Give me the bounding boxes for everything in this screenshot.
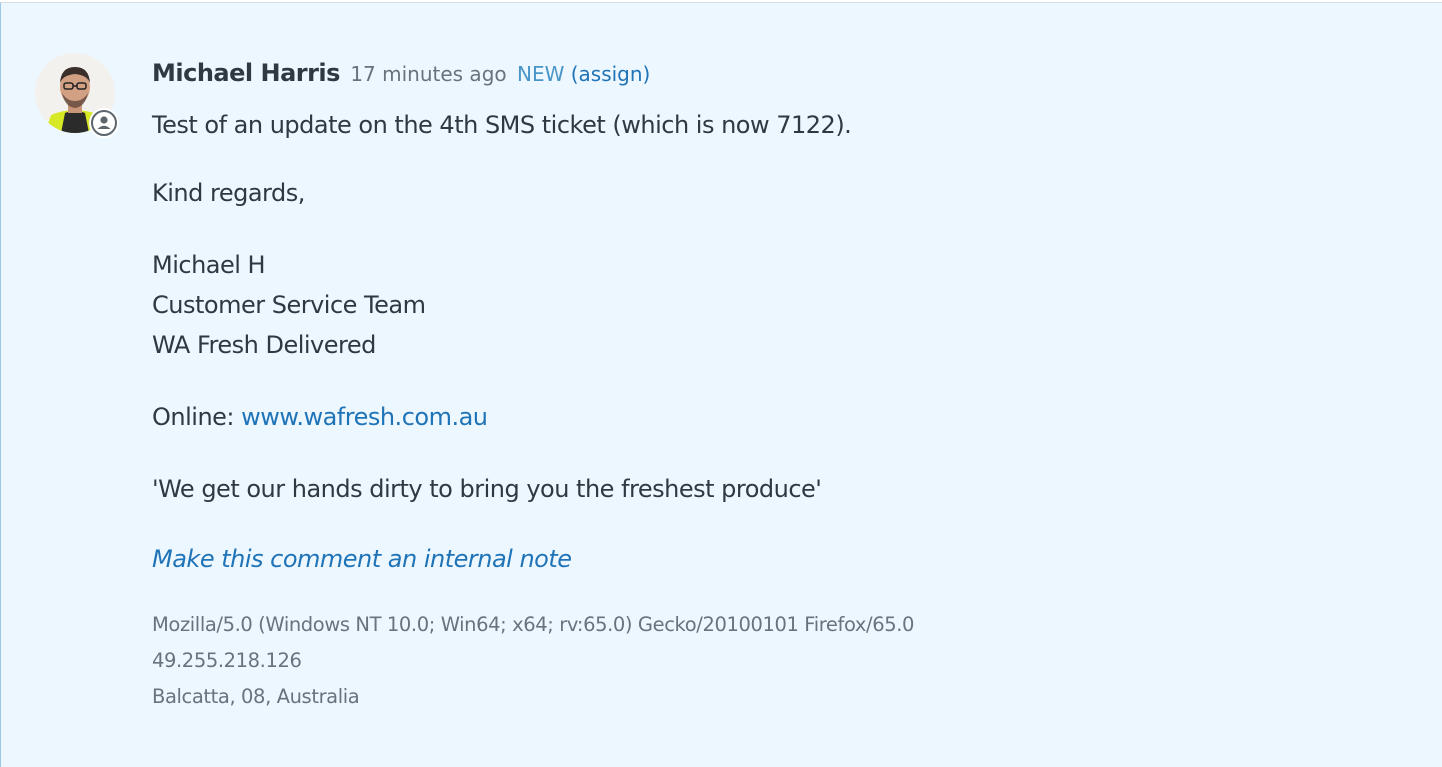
online-label: Online: (152, 403, 242, 431)
comment-header: Michael Harris 17 minutes ago NEW (assig… (152, 55, 650, 92)
comment-card: Michael Harris 17 minutes ago NEW (assig… (0, 2, 1442, 767)
status-badge: NEW (516, 62, 565, 86)
author-name[interactable]: Michael Harris (152, 59, 340, 87)
location-text: Balcatta, 08, Australia (152, 685, 360, 708)
online-line: Online: www.wafresh.com.au (152, 397, 851, 437)
make-internal-note-link[interactable]: Make this comment an internal note (152, 539, 572, 579)
agent-person-icon (89, 108, 119, 138)
signature-team: Customer Service Team (152, 291, 426, 319)
comment-metadata: Mozilla/5.0 (Windows NT 10.0; Win64; x64… (152, 607, 914, 715)
tagline: 'We get our hands dirty to bring you the… (152, 475, 822, 503)
assign-link[interactable]: (assign) (571, 62, 651, 86)
user-agent-text: Mozilla/5.0 (Windows NT 10.0; Win64; x64… (152, 613, 915, 636)
body-line: Test of an update on the 4th SMS ticket … (152, 111, 852, 139)
website-link[interactable]: www.wafresh.com.au (241, 403, 488, 431)
ip-address-text: 49.255.218.126 (152, 649, 302, 672)
signature-company: WA Fresh Delivered (152, 331, 376, 359)
comment-timestamp: 17 minutes ago (350, 62, 507, 86)
comment-body: Test of an update on the 4th SMS ticket … (152, 105, 852, 509)
regards-line: Kind regards, (152, 179, 305, 207)
avatar-container (35, 53, 119, 143)
signature-name: Michael H (152, 251, 266, 279)
